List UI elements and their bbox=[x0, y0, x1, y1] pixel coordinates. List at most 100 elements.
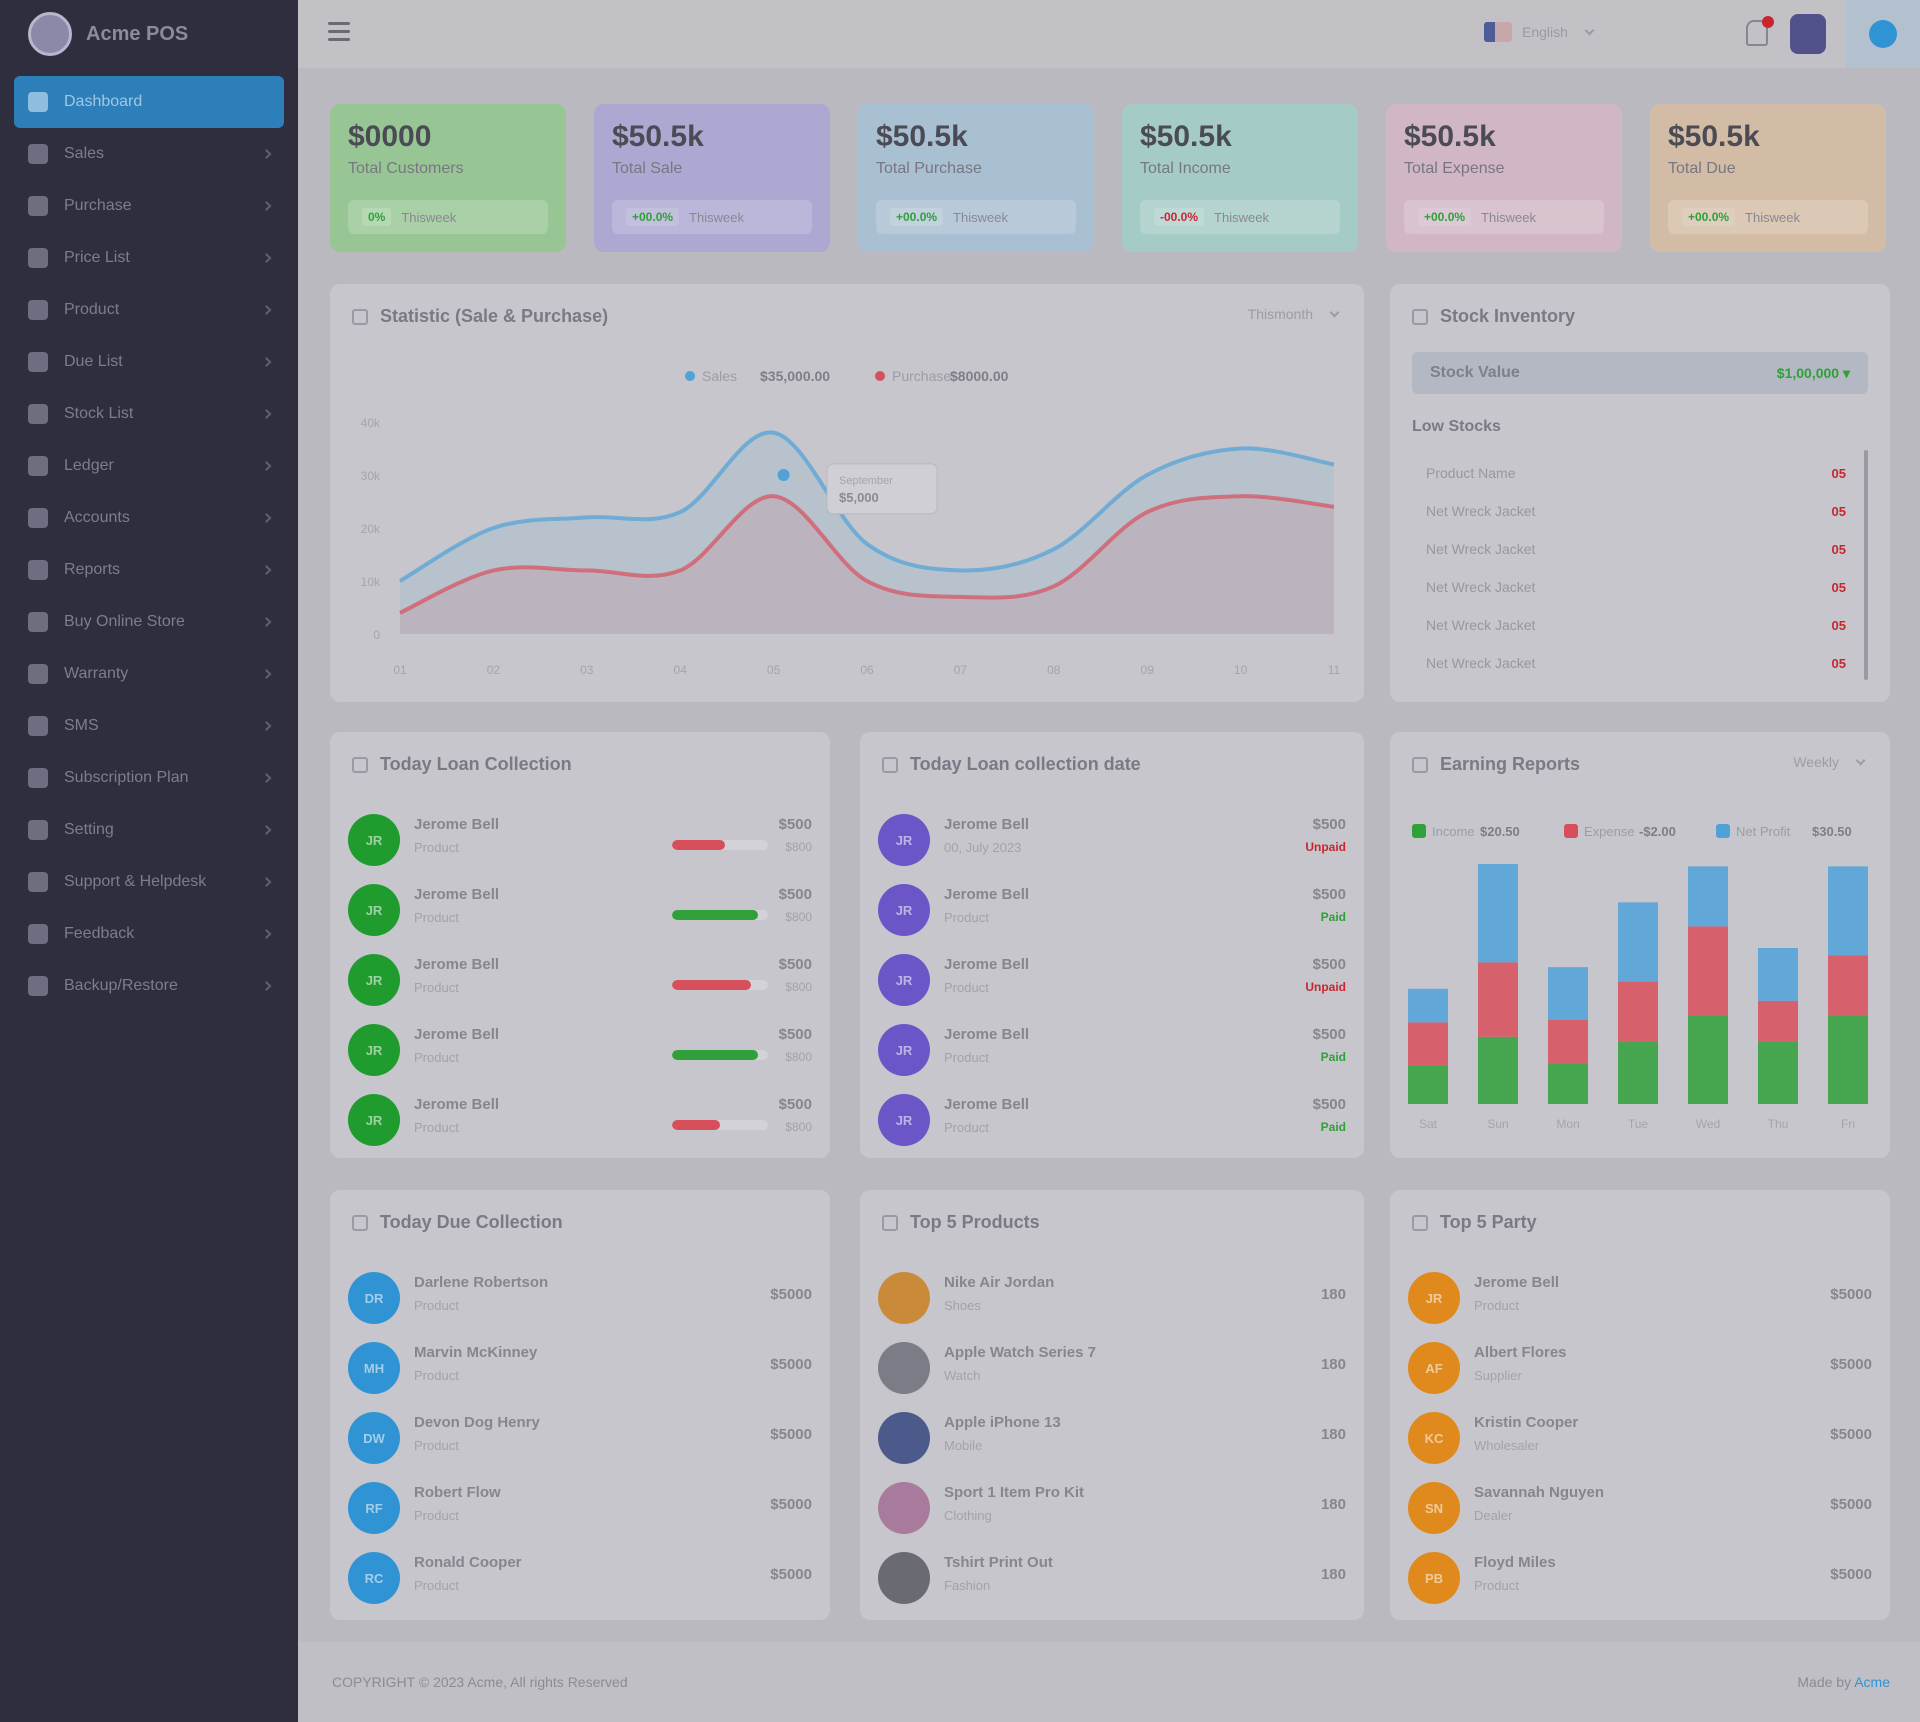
sidebar-item-sms[interactable]: SMS bbox=[0, 700, 298, 752]
sidebar-item-backup-restore[interactable]: Backup/Restore bbox=[0, 960, 298, 1012]
table-row[interactable]: DR Darlene Robertson Product $5000 bbox=[348, 1266, 812, 1330]
stock-value-bar[interactable]: Stock Value $1,00,000 ▾ bbox=[1412, 352, 1868, 394]
stat-card[interactable]: $50.5k Total Expense +00.0% Thisweek bbox=[1386, 104, 1622, 252]
stat-card[interactable]: $50.5k Total Sale +00.0% Thisweek bbox=[594, 104, 830, 252]
sidebar-item-setting[interactable]: Setting bbox=[0, 804, 298, 856]
brand-name: Acme POS bbox=[86, 22, 189, 45]
table-row[interactable]: Nike Air Jordan Shoes 180 bbox=[878, 1266, 1346, 1330]
bar-segment[interactable] bbox=[1478, 962, 1518, 1037]
stat-card[interactable]: $50.5k Total Due +00.0% Thisweek bbox=[1650, 104, 1886, 252]
table-row[interactable]: AF Albert Flores Supplier $5000 bbox=[1408, 1336, 1872, 1400]
table-row[interactable]: Apple Watch Series 7 Watch 180 bbox=[878, 1336, 1346, 1400]
sidebar-item-purchase[interactable]: Purchase bbox=[0, 180, 298, 232]
bar-segment[interactable] bbox=[1548, 1020, 1588, 1064]
bar-segment[interactable] bbox=[1618, 1041, 1658, 1104]
table-row[interactable]: JR Jerome Bell Product $500 $800 bbox=[348, 878, 812, 942]
bar-segment[interactable] bbox=[1618, 902, 1658, 982]
table-row[interactable]: JR Jerome Bell Product $500 Paid bbox=[878, 1018, 1346, 1082]
sidebar-item-sales[interactable]: Sales bbox=[0, 128, 298, 180]
scrollbar[interactable] bbox=[1864, 450, 1868, 680]
hover-point[interactable] bbox=[777, 469, 790, 481]
table-row[interactable]: JR Jerome Bell Product $500 $800 bbox=[348, 1018, 812, 1082]
bar-segment[interactable] bbox=[1828, 1015, 1868, 1104]
list-item[interactable]: Net Wreck Jacket 05 bbox=[1426, 572, 1846, 602]
list-item[interactable]: Net Wreck Jacket 05 bbox=[1426, 534, 1846, 564]
bar-segment[interactable] bbox=[1618, 981, 1658, 1042]
list-item[interactable]: Net Wreck Jacket 05 bbox=[1426, 496, 1846, 526]
bar-segment[interactable] bbox=[1408, 1022, 1448, 1066]
bar-segment[interactable] bbox=[1548, 967, 1588, 1020]
table-row[interactable]: JR Jerome Bell 00, July 2023 $500 Unpaid bbox=[878, 808, 1346, 872]
chevron-right-icon bbox=[261, 149, 272, 159]
sidebar-item-warranty[interactable]: Warranty bbox=[0, 648, 298, 700]
bar-segment[interactable] bbox=[1408, 988, 1448, 1023]
row-name: Devon Dog Henry bbox=[414, 1414, 540, 1431]
table-row[interactable]: RC Ronald Cooper Product $5000 bbox=[348, 1546, 812, 1610]
user-avatar[interactable] bbox=[1790, 14, 1826, 54]
bar-segment[interactable] bbox=[1688, 926, 1728, 1016]
table-row[interactable]: PB Floyd Miles Product $5000 bbox=[1408, 1546, 1872, 1610]
bar-segment[interactable] bbox=[1478, 864, 1518, 963]
list-item[interactable]: Net Wreck Jacket 05 bbox=[1426, 648, 1846, 678]
sidebar-item-product[interactable]: Product bbox=[0, 284, 298, 336]
table-row[interactable]: JR Jerome Bell Product $500 $800 bbox=[348, 948, 812, 1012]
bar-segment[interactable] bbox=[1688, 866, 1728, 927]
table-row[interactable]: JR Jerome Bell Product $500 Unpaid bbox=[878, 948, 1346, 1012]
language-selector[interactable]: English bbox=[1484, 22, 1595, 42]
sidebar-item-dashboard[interactable]: Dashboard bbox=[14, 76, 284, 128]
table-row[interactable]: JR Jerome Bell Product $500 Paid bbox=[878, 878, 1346, 942]
list-item[interactable]: Product Name 05 bbox=[1426, 458, 1846, 488]
stat-card[interactable]: $50.5k Total Income -00.0% Thisweek bbox=[1122, 104, 1358, 252]
sidebar-item-buy-online-store[interactable]: Buy Online Store bbox=[0, 596, 298, 648]
table-row[interactable]: JR Jerome Bell Product $500 Paid bbox=[878, 1088, 1346, 1152]
bar-segment[interactable] bbox=[1408, 1065, 1448, 1104]
bar-segment[interactable] bbox=[1758, 1000, 1798, 1042]
bar-segment[interactable] bbox=[1758, 1041, 1798, 1104]
sidebar-item-feedback[interactable]: Feedback bbox=[0, 908, 298, 960]
sidebar-item-stock-list[interactable]: Stock List bbox=[0, 388, 298, 440]
x-tick-label: Tue bbox=[1628, 1117, 1649, 1131]
table-row[interactable]: KC Kristin Cooper Wholesaler $5000 bbox=[1408, 1406, 1872, 1470]
table-row[interactable]: MH Marvin McKinney Product $5000 bbox=[348, 1336, 812, 1400]
table-row[interactable]: Apple iPhone 13 Mobile 180 bbox=[878, 1406, 1346, 1470]
table-row[interactable]: SN Savannah Nguyen Dealer $5000 bbox=[1408, 1476, 1872, 1540]
sidebar-item-ledger[interactable]: Ledger bbox=[0, 440, 298, 492]
stat-card[interactable]: $50.5k Total Purchase +00.0% Thisweek bbox=[858, 104, 1094, 252]
made-by-link[interactable]: Acme bbox=[1854, 1674, 1890, 1690]
bar-segment[interactable] bbox=[1828, 955, 1868, 1016]
list-item[interactable]: Net Wreck Jacket 05 bbox=[1426, 610, 1846, 640]
table-row[interactable]: Sport 1 Item Pro Kit Clothing 180 bbox=[878, 1476, 1346, 1540]
chevron-right-icon bbox=[261, 721, 272, 731]
sidebar-item-due-list[interactable]: Due List bbox=[0, 336, 298, 388]
table-row[interactable]: JR Jerome Bell Product $500 $800 bbox=[348, 808, 812, 872]
table-row[interactable]: RF Robert Flow Product $5000 bbox=[348, 1476, 812, 1540]
bar-segment[interactable] bbox=[1758, 948, 1798, 1001]
bar-segment[interactable] bbox=[1548, 1063, 1588, 1104]
table-row[interactable]: JR Jerome Bell Product $500 $800 bbox=[348, 1088, 812, 1152]
bar-segment[interactable] bbox=[1478, 1036, 1518, 1104]
row-name: Jerome Bell bbox=[944, 1096, 1030, 1113]
bar-segment[interactable] bbox=[1828, 866, 1868, 956]
bar-segment[interactable] bbox=[1688, 1015, 1728, 1104]
sidebar-item-reports[interactable]: Reports bbox=[0, 544, 298, 596]
sidebar-item-price-list[interactable]: Price List bbox=[0, 232, 298, 284]
avatar: JR bbox=[348, 954, 400, 1006]
product-name: Product Name bbox=[1426, 465, 1516, 481]
stat-footer: -00.0% Thisweek bbox=[1140, 200, 1340, 234]
settings-button[interactable] bbox=[1846, 0, 1920, 68]
avatar: RF bbox=[348, 1482, 400, 1534]
sidebar-item-support-helpdesk[interactable]: Support & Helpdesk bbox=[0, 856, 298, 908]
table-row[interactable]: Tshirt Print Out Fashion 180 bbox=[878, 1546, 1346, 1610]
brand[interactable]: Acme POS bbox=[0, 0, 298, 68]
sidebar-item-accounts[interactable]: Accounts bbox=[0, 492, 298, 544]
menu-toggle-icon[interactable] bbox=[328, 22, 350, 44]
stat-card[interactable]: $0000 Total Customers 0% Thisweek bbox=[330, 104, 566, 252]
avatar: SN bbox=[1408, 1482, 1460, 1534]
table-row[interactable]: DW Devon Dog Henry Product $5000 bbox=[348, 1406, 812, 1470]
low-stocks-title: Low Stocks bbox=[1412, 418, 1501, 435]
sidebar-item-label: Product bbox=[64, 301, 120, 318]
table-row[interactable]: JR Jerome Bell Product $5000 bbox=[1408, 1266, 1872, 1330]
sidebar-item-subscription-plan[interactable]: Subscription Plan bbox=[0, 752, 298, 804]
row-name: Apple iPhone 13 bbox=[944, 1414, 1061, 1431]
menu-item-icon bbox=[28, 300, 48, 320]
